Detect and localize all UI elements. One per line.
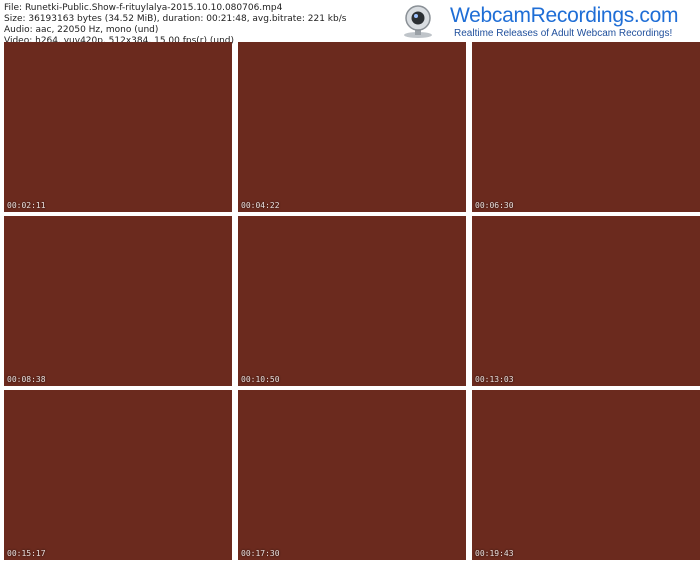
- thumbnail-grid: 00:02:11 00:04:22 00:06:30 00:08:38 00:1…: [4, 42, 700, 560]
- logo-title: WebcamRecordings.com: [450, 4, 679, 27]
- thumbnail: 00:06:30: [472, 42, 700, 212]
- timestamp: 00:10:50: [241, 375, 280, 384]
- timestamp: 00:13:03: [475, 375, 514, 384]
- thumbnail: 00:19:43: [472, 390, 700, 560]
- timestamp: 00:15:17: [7, 549, 46, 558]
- thumbnail: 00:02:11: [4, 42, 232, 212]
- thumbnail: 00:04:22: [238, 42, 466, 212]
- webcam-icon: [404, 5, 432, 38]
- thumbnail: 00:08:38: [4, 216, 232, 386]
- timestamp: 00:08:38: [7, 375, 46, 384]
- header: File: Runetki-Public.Show-f-rituylalya-2…: [0, 0, 700, 46]
- timestamp: 00:17:30: [241, 549, 280, 558]
- audio-line: Audio: aac, 22050 Hz, mono (und): [4, 25, 159, 35]
- file-line: File: Runetki-Public.Show-f-rituylalya-2…: [4, 3, 283, 13]
- logo-tagline: Realtime Releases of Adult Webcam Record…: [454, 28, 673, 39]
- timestamp: 00:02:11: [7, 201, 46, 210]
- thumbnail: 00:15:17: [4, 390, 232, 560]
- timestamp: 00:19:43: [475, 549, 514, 558]
- site-logo: WebcamRecordings.com Realtime Releases o…: [396, 2, 696, 40]
- thumbnail: 00:17:30: [238, 390, 466, 560]
- timestamp: 00:06:30: [475, 201, 514, 210]
- timestamp: 00:04:22: [241, 201, 280, 210]
- thumbnail: 00:10:50: [238, 216, 466, 386]
- size-line: Size: 36193163 bytes (34.52 MiB), durati…: [4, 14, 347, 24]
- thumbnail: 00:13:03: [472, 216, 700, 386]
- file-metadata: File: Runetki-Public.Show-f-rituylalya-2…: [4, 3, 346, 47]
